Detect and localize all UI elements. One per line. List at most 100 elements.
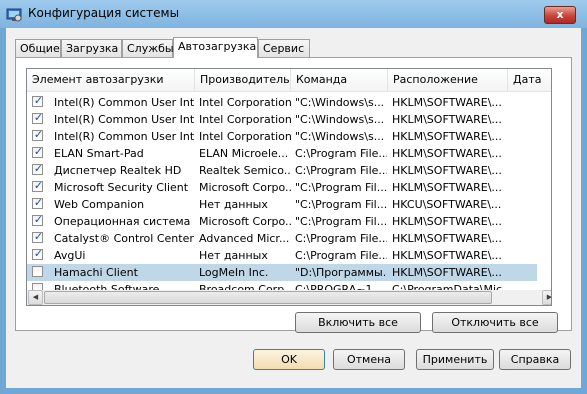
row-location: HKLM\SOFTWARE\... bbox=[392, 164, 502, 177]
row-manufacturer: Intel Corporation bbox=[199, 96, 291, 109]
enable-checkbox[interactable]: ✓ bbox=[32, 213, 44, 226]
disable-all-button[interactable]: Отключить все bbox=[432, 312, 558, 333]
check-icon: ✓ bbox=[33, 128, 44, 141]
tab-general[interactable]: Общие bbox=[15, 39, 61, 57]
enable-all-button[interactable]: Включить все bbox=[295, 312, 421, 333]
check-icon: ✓ bbox=[33, 145, 44, 158]
list-item[interactable]: ✓ Intel(R) Common User Interf... Intel Cor… bbox=[27, 94, 537, 111]
list-item[interactable]: ✓ Web Companion Нет данных "C:\Program Fil.… bbox=[27, 196, 537, 213]
row-item: Intel(R) Common User Interf... bbox=[54, 96, 194, 109]
row-location: HKLM\SOFTWARE\... bbox=[392, 147, 502, 160]
row-manufacturer: Нет данных bbox=[199, 249, 268, 262]
column-header-command[interactable]: Команда bbox=[291, 69, 388, 91]
enable-checkbox[interactable]: ✓ bbox=[32, 128, 44, 141]
row-command: "C:\Program Fil... bbox=[295, 198, 387, 211]
check-icon: ✓ bbox=[33, 111, 44, 124]
row-location: HKLM\SOFTWARE\... bbox=[392, 249, 502, 262]
list-item[interactable]: ✓ ELAN Smart-Pad ELAN Microele... C:\Progra… bbox=[27, 145, 537, 162]
list-item[interactable]: ✓ Диспетчер Realtek HD Realtek Semico... C:… bbox=[27, 162, 537, 179]
enable-checkbox[interactable]: ✓ bbox=[32, 111, 44, 124]
list-item[interactable]: ✓ Операционная система М... Microsoft Corp… bbox=[27, 213, 537, 230]
list-item[interactable]: ✓ AvgUi Нет данных C:\Program File... HKLM\S… bbox=[27, 247, 537, 264]
list-item[interactable]: ✓ Intel(R) Common User Interf... Intel Cor… bbox=[27, 128, 537, 145]
row-manufacturer: Realtek Semico... bbox=[199, 164, 291, 177]
row-command: "C:\Windows\s... bbox=[295, 113, 385, 126]
horizontal-scroll-thumb[interactable] bbox=[44, 291, 492, 304]
row-manufacturer: Нет данных bbox=[199, 198, 268, 211]
row-location: HKLM\SOFTWARE\... bbox=[392, 96, 502, 109]
row-location: HKLM\SOFTWARE\... bbox=[392, 232, 502, 245]
check-icon: ✓ bbox=[33, 230, 44, 243]
row-manufacturer: Microsoft Corpo... bbox=[199, 181, 291, 194]
row-item: Intel(R) Common User Interf... bbox=[54, 113, 194, 126]
dialog-body: Общие Загрузка Службы Автозагрузка Серви… bbox=[6, 28, 581, 388]
tab-startup[interactable]: Автозагрузка bbox=[173, 37, 258, 58]
column-header-manufacturer[interactable]: Производитель bbox=[195, 69, 291, 91]
ok-button[interactable]: OK bbox=[253, 349, 325, 370]
row-manufacturer: LogMeIn Inc. bbox=[199, 266, 269, 279]
row-location: HKCU\SOFTWARE\... bbox=[392, 198, 502, 211]
enable-checkbox[interactable]: ✓ bbox=[32, 94, 43, 107]
check-icon: ✓ bbox=[33, 213, 44, 226]
list-header: Элемент автозагрузки Производитель Коман… bbox=[27, 69, 551, 92]
enable-checkbox[interactable] bbox=[32, 266, 43, 277]
apply-button[interactable]: Применить bbox=[416, 349, 494, 370]
cancel-button[interactable]: Отмена bbox=[333, 349, 405, 370]
row-manufacturer: Advanced Micr... bbox=[199, 232, 290, 245]
horizontal-scrollbar[interactable]: ◀ ▶ bbox=[27, 290, 551, 305]
row-command: C:\Program File... bbox=[295, 249, 387, 262]
tab-tools[interactable]: Сервис bbox=[258, 39, 310, 57]
row-item: Операционная система М... bbox=[54, 215, 194, 228]
list-item[interactable]: Hamachi Client LogMeIn Inc. "D:\Программы.… bbox=[27, 264, 537, 281]
row-command: "C:\Program Fil... bbox=[295, 215, 387, 228]
list-item[interactable]: ✓ Microsoft Security Client Microsoft Corp… bbox=[27, 179, 537, 196]
row-item: Hamachi Client bbox=[54, 266, 138, 279]
row-command: "C:\Program Fil... bbox=[295, 181, 387, 194]
startup-tab-panel: Элемент автозагрузки Производитель Коман… bbox=[15, 57, 572, 333]
row-location: HKLM\SOFTWARE\... bbox=[392, 113, 502, 126]
window-frame: Конфигурация системы x Общие Загрузка Сл… bbox=[0, 0, 587, 394]
help-button[interactable]: Справка bbox=[499, 349, 571, 370]
title-bar[interactable]: Конфигурация системы x bbox=[0, 0, 587, 28]
row-item: Web Companion bbox=[54, 198, 145, 211]
column-header-location[interactable]: Расположение bbox=[388, 69, 508, 91]
row-manufacturer: Microsoft Corpo... bbox=[199, 215, 291, 228]
column-header-date[interactable]: Дата bbox=[508, 69, 551, 91]
row-manufacturer: Intel Corporation bbox=[199, 113, 291, 126]
row-location: HKLM\SOFTWARE\... bbox=[392, 181, 502, 194]
tab-boot[interactable]: Загрузка bbox=[61, 39, 122, 57]
row-command: "C:\Windows\s... bbox=[295, 96, 385, 109]
check-icon: ✓ bbox=[33, 179, 44, 192]
row-command: C:\Program File... bbox=[295, 232, 387, 245]
enable-checkbox[interactable]: ✓ bbox=[32, 162, 44, 175]
check-icon: ✓ bbox=[33, 162, 44, 175]
check-icon: ✓ bbox=[33, 196, 44, 209]
enable-checkbox[interactable]: ✓ bbox=[32, 247, 44, 260]
enable-checkbox[interactable]: ✓ bbox=[32, 179, 44, 192]
row-item: Catalyst® Control Center bbox=[54, 232, 194, 245]
row-location: HKLM\SOFTWARE\... bbox=[392, 266, 502, 279]
row-command: "D:\Программы... bbox=[295, 266, 387, 279]
enable-checkbox[interactable]: ✓ bbox=[32, 196, 44, 209]
startup-items-list[interactable]: Элемент автозагрузки Производитель Коман… bbox=[26, 68, 552, 306]
row-command: "C:\Windows\s... bbox=[295, 130, 385, 143]
tab-services[interactable]: Службы bbox=[122, 39, 174, 57]
list-item[interactable]: ✓ Intel(R) Common User Interf... Intel Cor… bbox=[27, 111, 537, 128]
list-item[interactable]: ✓ Catalyst® Control Center Advanced Micr..… bbox=[27, 230, 537, 247]
close-button[interactable]: x bbox=[544, 6, 576, 24]
row-location: HKLM\SOFTWARE\... bbox=[392, 130, 502, 143]
check-icon: ✓ bbox=[33, 247, 44, 260]
row-item: Диспетчер Realtek HD bbox=[54, 164, 182, 177]
column-header-item[interactable]: Элемент автозагрузки bbox=[27, 69, 195, 91]
enable-checkbox[interactable]: ✓ bbox=[32, 230, 44, 243]
row-item: ELAN Smart-Pad bbox=[54, 147, 144, 160]
scroll-left-button[interactable]: ◀ bbox=[28, 290, 43, 305]
window-title: Конфигурация системы bbox=[28, 6, 180, 20]
row-command: C:\Program File... bbox=[295, 164, 387, 177]
row-manufacturer: Intel Corporation bbox=[199, 130, 291, 143]
enable-checkbox[interactable]: ✓ bbox=[32, 145, 44, 158]
row-command: C:\Program File... bbox=[295, 147, 387, 160]
row-item: Intel(R) Common User Interf... bbox=[54, 130, 194, 143]
row-manufacturer: ELAN Microele... bbox=[199, 147, 289, 160]
scroll-right-button[interactable]: ▶ bbox=[542, 290, 551, 305]
